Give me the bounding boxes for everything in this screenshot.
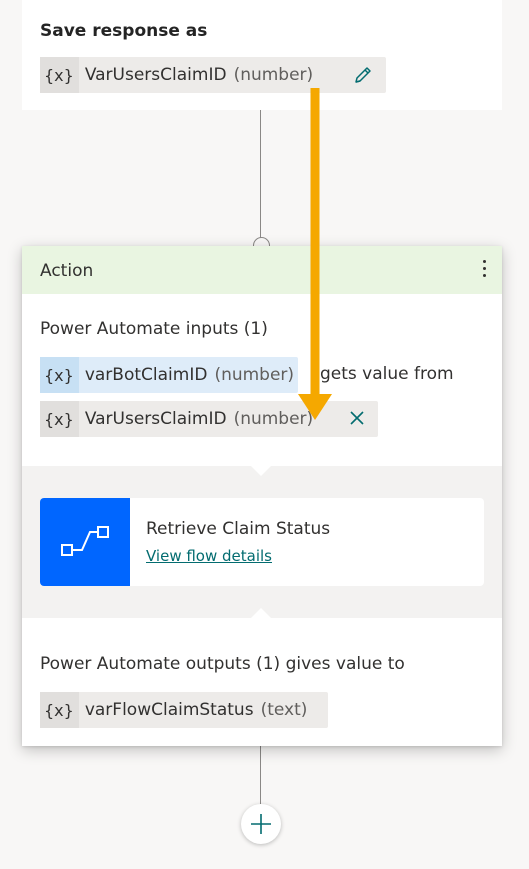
variable-icon: {x} — [40, 57, 79, 93]
input-source-type: (number) — [233, 409, 314, 429]
input-param-chip: {x} varBotClaimID (number) — [40, 357, 299, 393]
input-param-name: varBotClaimID — [84, 365, 208, 385]
notch-bottom — [251, 608, 271, 618]
flow-section: Retrieve Claim Status View flow details — [22, 466, 502, 618]
flow-name: Retrieve Claim Status — [146, 519, 331, 539]
connector-line-bottom — [260, 746, 261, 804]
action-header: Action — [22, 246, 502, 294]
variable-name: VarUsersClaimID — [84, 65, 227, 85]
input-source-chip[interactable]: {x} VarUsersClaimID (number) — [40, 401, 378, 437]
plus-icon — [251, 814, 271, 834]
gets-value-text: gets value from — [320, 364, 454, 384]
variable-icon: {x} — [40, 357, 79, 393]
input-source-name: VarUsersClaimID — [84, 409, 227, 429]
save-response-title: Save response as — [40, 21, 208, 41]
input-param-type: (number) — [214, 365, 295, 385]
more-vertical-icon[interactable] — [480, 260, 488, 280]
view-flow-details-link[interactable]: View flow details — [146, 547, 272, 565]
output-variable-name: varFlowClaimStatus — [84, 700, 254, 720]
save-response-variable-chip[interactable]: {x} VarUsersClaimID (number) — [40, 57, 386, 93]
variable-icon: {x} — [40, 401, 79, 437]
question-node-card: Save response as {x} VarUsersClaimID (nu… — [22, 0, 502, 110]
add-node-button[interactable] — [241, 804, 281, 844]
action-node-card: Action Power Automate inputs (1) {x} var… — [22, 246, 502, 746]
connector-line-top — [260, 110, 261, 238]
close-icon[interactable] — [348, 409, 366, 427]
pencil-icon[interactable] — [352, 64, 374, 86]
output-variable-chip[interactable]: {x} varFlowClaimStatus (text) — [40, 692, 328, 728]
notch-top — [251, 466, 271, 476]
flow-icon — [40, 498, 130, 586]
output-variable-type: (text) — [260, 700, 308, 720]
action-title: Action — [40, 261, 94, 281]
outputs-label: Power Automate outputs (1) gives value t… — [40, 654, 405, 674]
variable-icon: {x} — [40, 692, 79, 728]
variable-type: (number) — [233, 65, 314, 85]
inputs-label: Power Automate inputs (1) — [40, 319, 268, 339]
flow-card[interactable]: Retrieve Claim Status View flow details — [40, 498, 484, 586]
